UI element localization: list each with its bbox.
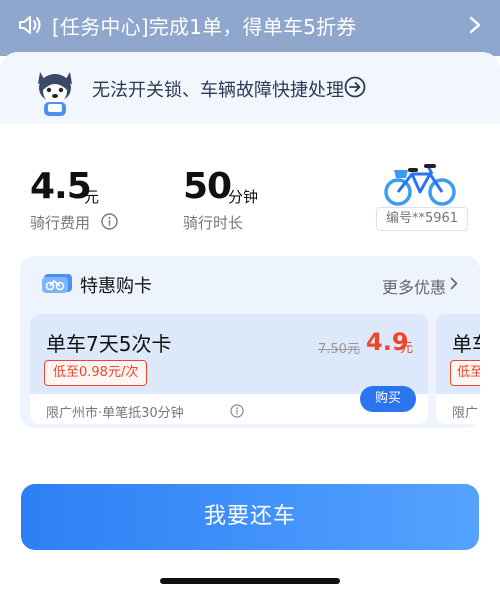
original-price: 7.50元 [318,342,360,357]
price-per-use-tag: 低至0.98元/次 [44,360,148,386]
offer-card[interactable]: 单车7天5次卡 7.50元 4.9 元 低至0.98元/次 购买 限广州市·单笔… [30,314,428,424]
ride-duration-unit: 分钟 [228,188,259,206]
fault-notice[interactable]: 无法开关锁、车辆故障快捷处理 [0,52,500,124]
bike-id: 编号**5961 [376,207,468,231]
home-indicator[interactable] [160,578,340,584]
chevron-right-icon[interactable] [450,277,458,290]
ride-duration-label: 骑行时长 [183,214,244,232]
offer-note: 限广州市·单笔抵30分钟 [46,406,184,421]
bike-card-icon [42,274,72,293]
ride-duration-value: 50 [183,166,232,207]
info-icon[interactable] [230,404,244,418]
more-deals-link[interactable]: 更多优惠 [382,274,446,298]
sale-price-unit: 元 [400,341,414,356]
ride-fee-label: 骑行费用 [30,214,91,232]
offer-card-partial[interactable]: 单车 低至 限广 [436,314,480,424]
return-bike-button[interactable]: 我要还车 [21,484,479,550]
offer-name: 单车 [452,332,480,356]
buy-button[interactable]: 购买 [360,386,416,412]
banner-message: [任务中心]完成1单，得单车5折券 [52,15,357,39]
offer-name: 单车7天5次卡 [46,332,172,356]
task-banner[interactable]: [任务中心]完成1单，得单车5折券 [0,0,500,56]
bicycle-icon [384,164,456,206]
notice-text: 无法开关锁、车辆故障快捷处理 [92,80,344,101]
info-icon[interactable] [101,213,118,230]
speaker-icon [19,16,41,34]
ride-fee-value: 4.5 [30,166,92,207]
circle-arrow-right-icon[interactable] [344,76,366,98]
price-per-use-tag: 低至 [450,360,480,386]
deal-title: 特惠购卡 [80,276,152,297]
husky-mascot-icon [38,72,72,116]
ride-fee-unit: 元 [84,188,100,206]
chevron-right-icon[interactable] [468,15,482,35]
deal-panel: 特惠购卡 更多优惠 单车7天5次卡 7.50元 4.9 元 低至0.98元/次 … [20,256,480,428]
offer-note: 限广 [452,406,479,421]
